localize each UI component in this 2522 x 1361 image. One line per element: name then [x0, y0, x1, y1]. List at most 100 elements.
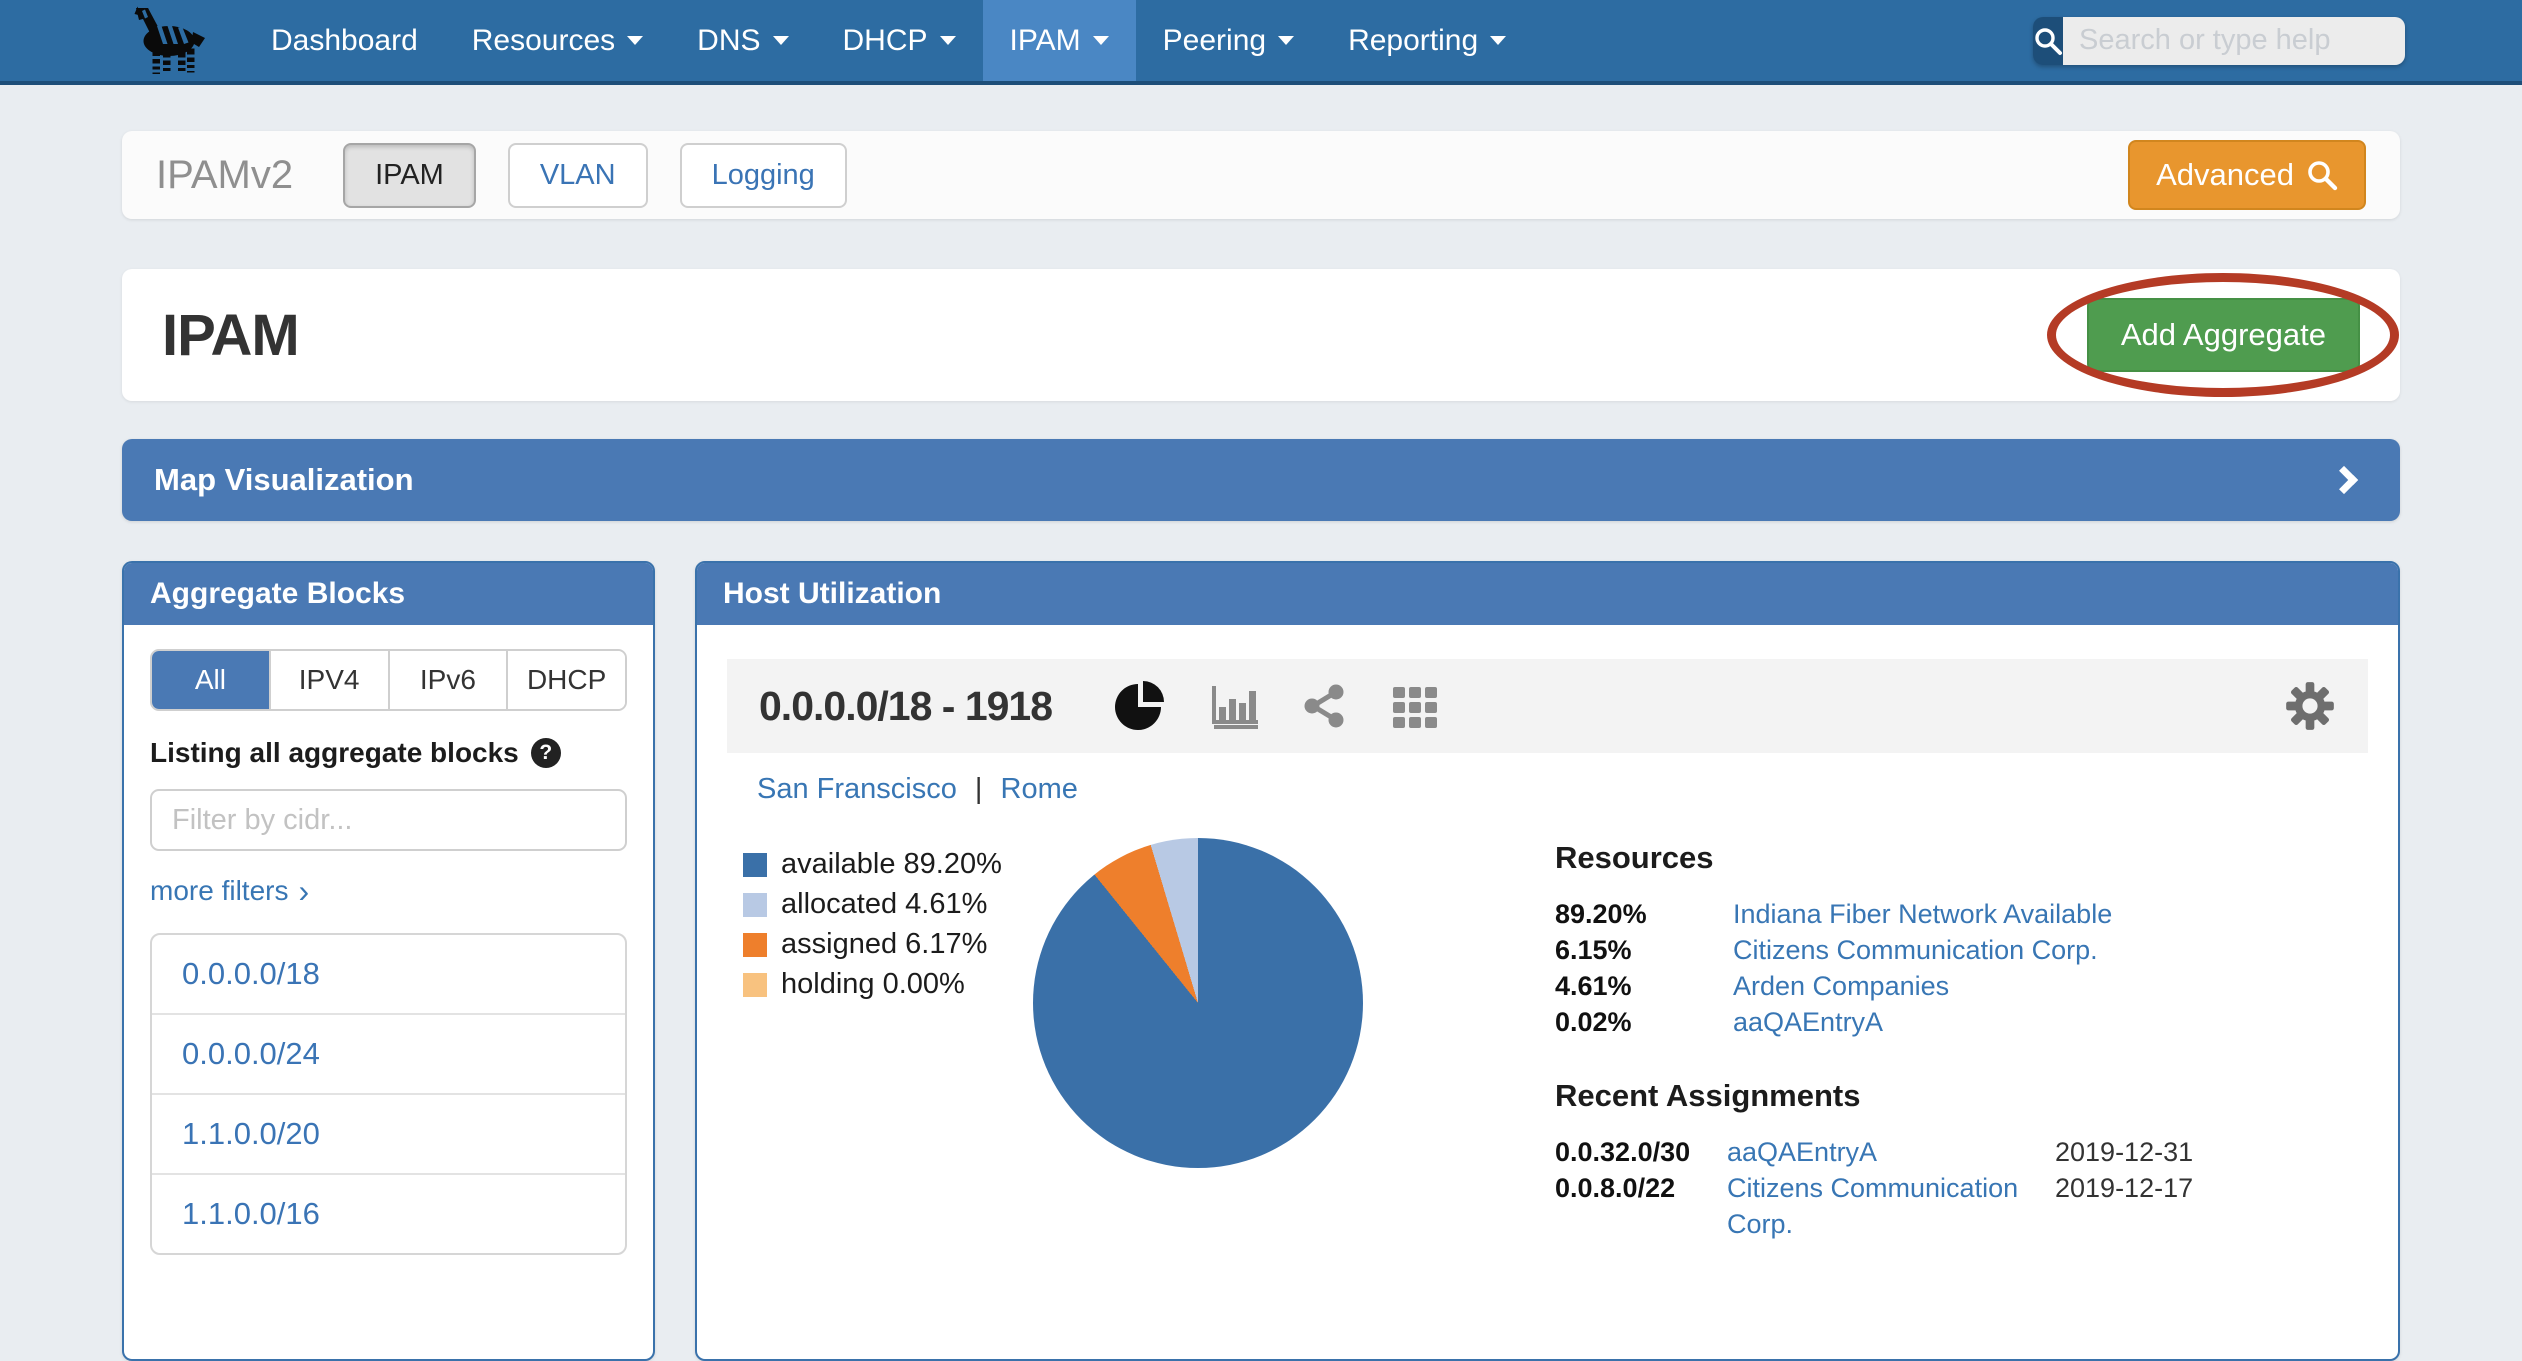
resource-row: 89.20% Indiana Fiber Network Available	[1555, 896, 2193, 932]
resource-link[interactable]: Arden Companies	[1733, 968, 2193, 1004]
more-filters-label: more filters	[150, 875, 288, 907]
recent-assignments: Recent Assignments 0.0.32.0/30 aaQAEntry…	[1555, 1078, 2193, 1242]
gear-icon	[2284, 680, 2336, 732]
utilization-pie	[1033, 838, 1363, 1168]
assignment-link[interactable]: Citizens Communication Corp.	[1727, 1170, 2055, 1242]
resource-link[interactable]: aaQAEntryA	[1733, 1004, 2193, 1040]
search-button[interactable]	[2033, 17, 2063, 65]
caret-down-icon	[627, 36, 643, 45]
nav-item-dns[interactable]: DNS	[670, 0, 815, 81]
resource-row: 4.61% Arden Companies	[1555, 968, 2193, 1004]
caret-down-icon	[1278, 36, 1294, 45]
chevron-right-icon	[2330, 466, 2358, 494]
assignment-link[interactable]: aaQAEntryA	[1727, 1134, 2055, 1170]
aggregate-blocks-title: Aggregate Blocks	[124, 563, 653, 625]
resource-link[interactable]: Indiana Fiber Network Available	[1733, 896, 2193, 932]
legend-item-holding: holding 0.00%	[743, 968, 1025, 1001]
nav-item-resources[interactable]: Resources	[445, 0, 670, 81]
pie-legend: available 89.20% allocated 4.61% assigne…	[743, 838, 1025, 1242]
aggregate-list-item[interactable]: 0.0.0.0/24	[152, 1013, 625, 1093]
advanced-search-button[interactable]: Advanced	[2128, 140, 2366, 210]
resource-percent: 89.20%	[1555, 896, 1733, 932]
pie-chart-view-button[interactable]	[1114, 680, 1166, 732]
caret-down-icon	[1093, 36, 1109, 45]
cidr-filter-input[interactable]	[150, 789, 627, 851]
tab-dhcp[interactable]: DHCP	[506, 651, 625, 709]
settings-button[interactable]	[2284, 680, 2336, 732]
grid-icon	[1390, 682, 1439, 731]
tab-ipv6[interactable]: IPv6	[388, 651, 507, 709]
zebra-logo[interactable]	[118, 0, 214, 81]
nav-item-ipam[interactable]: IPAM	[983, 0, 1136, 81]
assignment-date: 2019-12-31	[2055, 1134, 2193, 1170]
aggregate-list-item[interactable]: 1.1.0.0/20	[152, 1093, 625, 1173]
nav-item-label: Reporting	[1348, 24, 1478, 58]
top-navbar: Dashboard Resources DNS DHCP IPAM Peerin…	[0, 0, 2522, 85]
legend-label: holding 0.00%	[781, 968, 965, 1001]
tab-all[interactable]: All	[152, 651, 269, 709]
resource-percent: 4.61%	[1555, 968, 1733, 1004]
bar-chart-view-button[interactable]	[1208, 682, 1260, 730]
location-separator: |	[975, 773, 983, 805]
assignment-row: 0.0.32.0/30 aaQAEntryA 2019-12-31	[1555, 1134, 2193, 1170]
help-question-icon[interactable]: ?	[531, 738, 561, 768]
nav-item-peering[interactable]: Peering	[1136, 0, 1321, 81]
listing-label: Listing all aggregate blocks ?	[150, 737, 627, 769]
caret-down-icon	[1490, 36, 1506, 45]
resource-row: 0.02% aaQAEntryA	[1555, 1004, 2193, 1040]
map-visualization-bar[interactable]: Map Visualization	[122, 439, 2400, 521]
aggregate-list-item[interactable]: 1.1.0.0/16	[152, 1173, 625, 1253]
legend-item-available: available 89.20%	[743, 848, 1025, 881]
host-utilization-title: Host Utilization	[697, 563, 2398, 625]
aggregate-list-item[interactable]: 0.0.0.0/18	[152, 935, 625, 1013]
tab-ipam[interactable]: IPAM	[343, 143, 476, 208]
stats-column: Resources 89.20% Indiana Fiber Network A…	[1555, 838, 2193, 1242]
assignment-cidr: 0.0.8.0/22	[1555, 1170, 1727, 1242]
resource-link[interactable]: Citizens Communication Corp.	[1733, 932, 2193, 968]
nav-item-reporting[interactable]: Reporting	[1321, 0, 1533, 81]
ipamv2-toolbar: IPAMv2 IPAM VLAN Logging Advanced	[122, 131, 2400, 219]
nav-item-label: DHCP	[843, 24, 928, 58]
chevron-right-small-icon: ›	[298, 875, 309, 907]
search-input[interactable]	[2063, 17, 2405, 65]
page-title: IPAM	[162, 302, 299, 369]
zebra-logo-icon	[118, 5, 214, 77]
toolbar-title: IPAMv2	[156, 153, 293, 198]
assignment-cidr: 0.0.32.0/30	[1555, 1134, 1727, 1170]
grid-view-button[interactable]	[1390, 682, 1439, 731]
advanced-label: Advanced	[2156, 157, 2294, 193]
nav-item-dashboard[interactable]: Dashboard	[244, 0, 445, 81]
legend-swatch-assigned	[743, 933, 767, 957]
block-title: 0.0.0.0/18 - 1918	[759, 683, 1052, 730]
add-aggregate-button[interactable]: Add Aggregate	[2087, 298, 2360, 372]
resources-heading: Resources	[1555, 840, 2193, 876]
share-view-button[interactable]	[1302, 683, 1348, 729]
add-aggregate-wrap: Add Aggregate	[2087, 298, 2360, 372]
resource-percent: 6.15%	[1555, 932, 1733, 968]
location-link-san-franscisco[interactable]: San Franscisco	[757, 773, 957, 805]
utilization-chart-row: available 89.20% allocated 4.61% assigne…	[727, 838, 2368, 1242]
caret-down-icon	[940, 36, 956, 45]
aggregate-filter-tabs: All IPV4 IPv6 DHCP	[150, 649, 627, 711]
aggregate-list: 0.0.0.0/18 0.0.0.0/24 1.1.0.0/20 1.1.0.0…	[150, 933, 627, 1255]
pie-chart-icon	[1114, 680, 1166, 732]
search-icon	[2033, 26, 2063, 56]
nav-menu: Dashboard Resources DNS DHCP IPAM Peerin…	[244, 0, 1533, 81]
view-toggle-icons	[1114, 680, 1439, 732]
block-header-strip: 0.0.0.0/18 - 1918	[727, 659, 2368, 753]
legend-swatch-available	[743, 853, 767, 877]
share-icon	[1302, 683, 1348, 729]
global-search	[2033, 17, 2405, 65]
magnifier-icon	[2306, 159, 2338, 191]
tab-logging[interactable]: Logging	[680, 143, 847, 208]
map-visualization-title: Map Visualization	[154, 462, 414, 498]
tab-ipv4[interactable]: IPV4	[269, 651, 388, 709]
location-links: San Franscisco | Rome	[727, 773, 2368, 806]
tab-vlan[interactable]: VLAN	[508, 143, 648, 208]
nav-item-label: Dashboard	[271, 24, 418, 58]
location-link-rome[interactable]: Rome	[1001, 773, 1078, 805]
nav-item-label: Resources	[472, 24, 615, 58]
legend-swatch-allocated	[743, 893, 767, 917]
more-filters-link[interactable]: more filters ›	[150, 875, 309, 907]
nav-item-dhcp[interactable]: DHCP	[816, 0, 983, 81]
